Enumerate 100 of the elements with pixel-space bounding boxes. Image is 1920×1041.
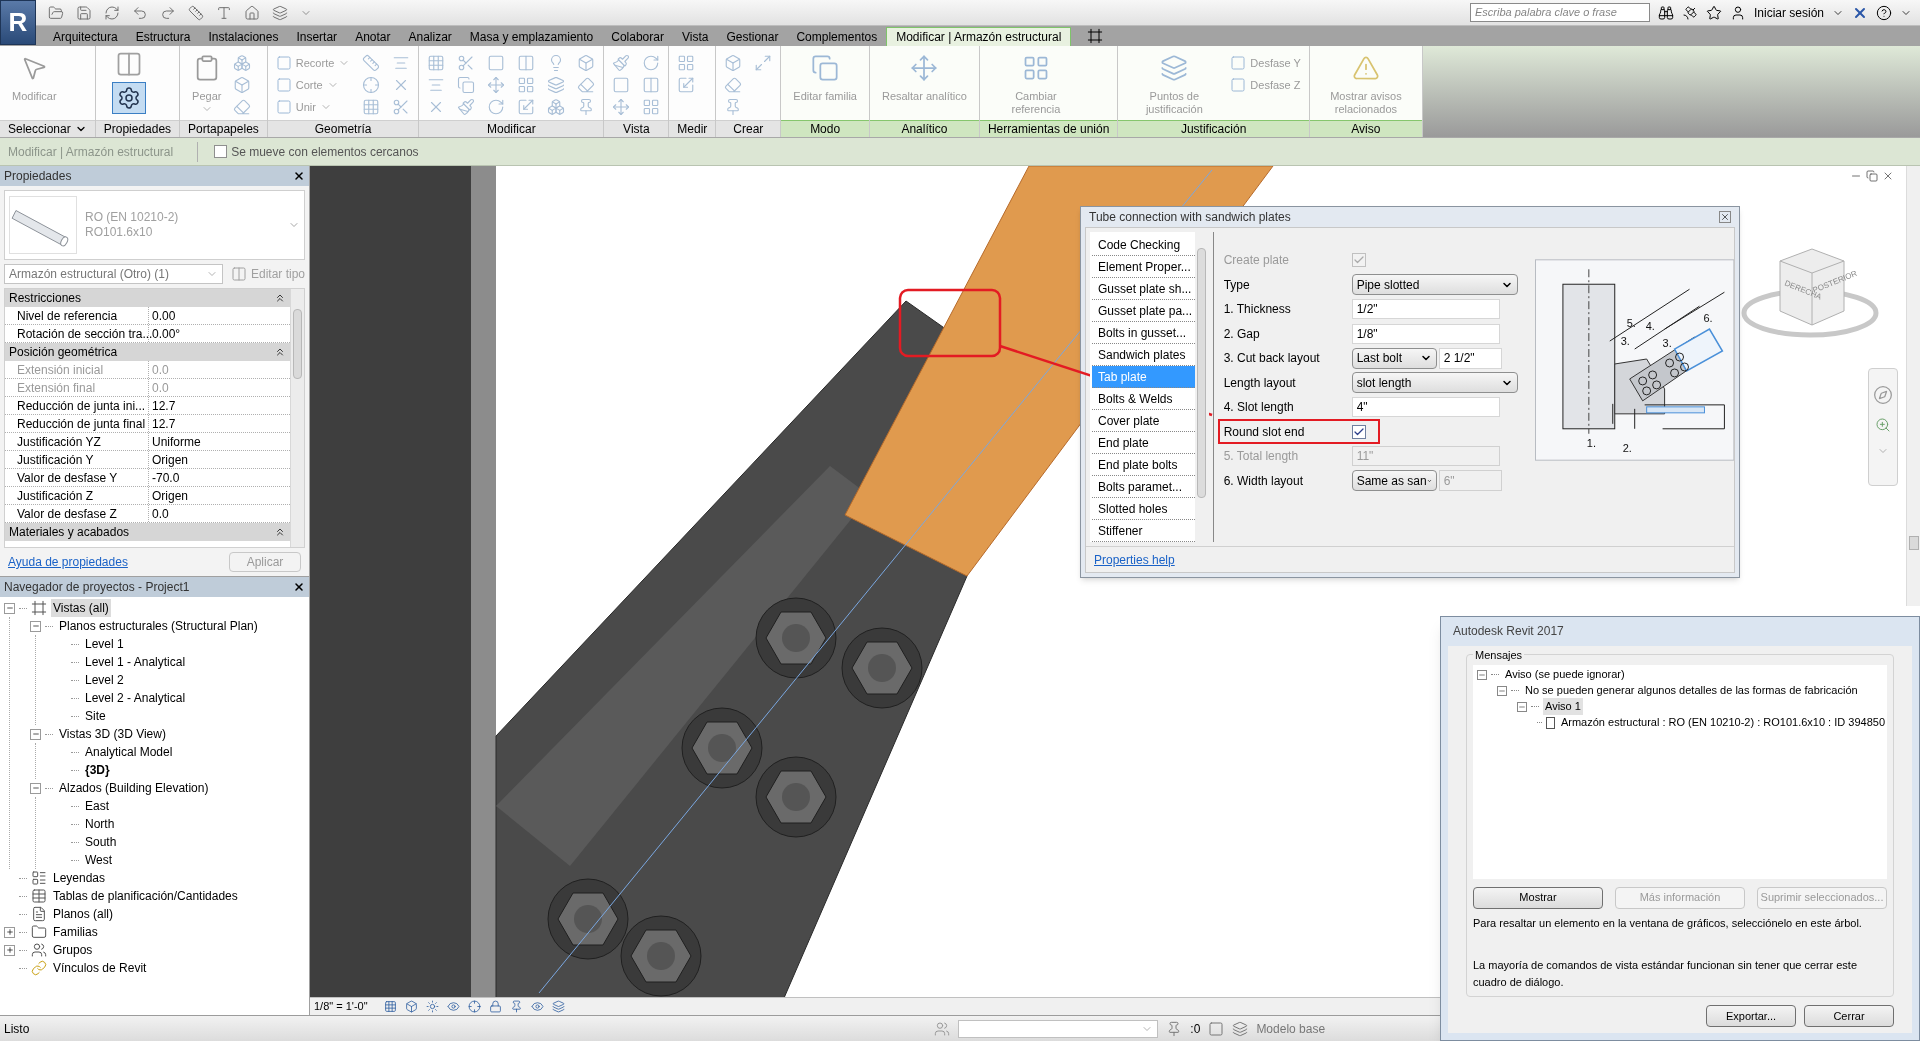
layers-icon[interactable]: [547, 76, 566, 94]
scale-icon[interactable]: [677, 76, 696, 94]
box-icon[interactable]: [577, 54, 596, 72]
grid-icon[interactable]: [642, 98, 661, 116]
steering-wheel-icon[interactable]: [1873, 385, 1893, 405]
text-field[interactable]: 4": [1351, 397, 1500, 418]
checkbox[interactable]: [1546, 716, 1555, 729]
collapse-box[interactable]: [1477, 669, 1487, 680]
browser-item[interactable]: Analytical Model: [83, 743, 175, 761]
zoom-icon[interactable]: [1875, 417, 1891, 433]
square-icon[interactable]: [487, 54, 506, 72]
settings-nav-item[interactable]: Bolts paramet...: [1092, 476, 1195, 498]
ribbon-tab[interactable]: Estructura: [126, 27, 200, 46]
folder-icon[interactable]: [48, 4, 64, 21]
workset-selector[interactable]: [958, 1019, 1159, 1038]
collapse-icon[interactable]: [274, 526, 286, 538]
scrollbar[interactable]: [290, 289, 304, 547]
browser-item[interactable]: Level 1 - Analytical: [83, 653, 188, 671]
measure-icon[interactable]: [188, 4, 204, 21]
binoculars-icon[interactable]: [1657, 4, 1674, 21]
dialog-button[interactable]: Cerrar: [1804, 1005, 1894, 1027]
ribbon-tab[interactable]: Instalaciones: [199, 27, 288, 46]
sync-icon[interactable]: [104, 4, 120, 21]
sign-in-link[interactable]: Iniciar sesión: [1753, 3, 1824, 22]
square-icon[interactable]: [612, 76, 631, 94]
align-icon[interactable]: [392, 54, 411, 72]
ribbon-tab[interactable]: Anotar: [346, 27, 400, 46]
design-option-icon[interactable]: [1208, 1020, 1225, 1037]
columns-icon[interactable]: [517, 54, 536, 72]
boxes-icon[interactable]: [233, 54, 252, 72]
ribbon-tab[interactable]: Gestionar: [717, 27, 788, 46]
tree-item[interactable]: Aviso (se puede ignorar): [1503, 666, 1627, 683]
eraser-icon[interactable]: [724, 76, 743, 94]
collapse-box[interactable]: [4, 602, 15, 614]
reveal-icon[interactable]: [530, 1000, 544, 1013]
ribbon-panel-title[interactable]: Crear: [716, 120, 781, 137]
help-icon[interactable]: [1876, 4, 1892, 21]
text-field[interactable]: 2 1/2": [1438, 347, 1502, 369]
settings-nav-item[interactable]: End plate bolts: [1092, 454, 1195, 476]
ribbon-panel-title[interactable]: Analítico: [869, 120, 979, 137]
satellite-icon[interactable]: [1681, 4, 1698, 21]
browser-item[interactable]: Tablas de planificación/Cantidades: [51, 887, 240, 905]
browser-item[interactable]: East: [83, 797, 111, 815]
dropdown[interactable]: Pipe slotted: [1351, 274, 1518, 296]
browser-item[interactable]: Vínculos de Revit: [51, 959, 149, 977]
collapse-box[interactable]: [30, 620, 41, 632]
browser-item[interactable]: North: [83, 815, 117, 833]
rotate-icon[interactable]: [642, 54, 661, 72]
grid-icon[interactable]: [362, 98, 381, 116]
browser-item[interactable]: Level 2: [83, 671, 126, 689]
settings-nav-item[interactable]: Bolts in gusset...: [1092, 322, 1195, 344]
property-value[interactable]: 12.7: [149, 397, 290, 414]
property-value[interactable]: Origen: [149, 487, 290, 504]
close-icon[interactable]: [293, 581, 305, 593]
copy-icon[interactable]: [457, 76, 476, 94]
ribbon-tab[interactable]: Masa y emplazamiento: [460, 27, 603, 46]
move-icon[interactable]: [487, 76, 506, 94]
ruler-icon[interactable]: [362, 54, 381, 72]
ribbon-panel-title[interactable]: Seleccionar: [0, 120, 95, 137]
tree-item[interactable]: Armazón estructural : RO (EN 10210-2) : RO101.6x10 : ID 394850: [1558, 714, 1887, 731]
browser-item[interactable]: Alzados (Building Elevation): [57, 779, 211, 797]
dropdown[interactable]: Last bolt: [1351, 347, 1437, 369]
browser-item[interactable]: {3D}: [83, 761, 112, 779]
restore-icon[interactable]: [1866, 170, 1878, 182]
browser-item[interactable]: Level 2 - Analytical: [83, 689, 188, 707]
property-value[interactable]: Uniforme: [149, 433, 290, 450]
layers-icon[interactable]: [272, 4, 288, 21]
align-icon[interactable]: [427, 76, 446, 94]
boxes-icon[interactable]: [547, 98, 566, 116]
star-icon[interactable]: [1705, 4, 1722, 21]
browser-item[interactable]: South: [83, 833, 119, 851]
settings-nav-item[interactable]: End plate: [1092, 432, 1195, 454]
browser-item[interactable]: Planos (all): [51, 905, 116, 923]
text-icon[interactable]: [216, 4, 232, 21]
eraser-icon[interactable]: [233, 98, 252, 116]
grid-icon[interactable]: [427, 54, 446, 72]
visibility-icon[interactable]: [446, 1000, 460, 1013]
undo-icon[interactable]: [132, 4, 148, 21]
ribbon-panel-title[interactable]: Propiedades: [95, 120, 180, 137]
collapse-box[interactable]: [1497, 685, 1507, 696]
dialog-button[interactable]: Exportar...: [1706, 1005, 1796, 1027]
property-value[interactable]: 12.7: [149, 415, 290, 432]
ribbon-panel-title[interactable]: Geometría: [267, 120, 419, 137]
lock-icon[interactable]: [488, 1000, 502, 1013]
browser-item[interactable]: Site: [83, 707, 108, 725]
ribbon-panel-title[interactable]: Modo: [781, 120, 869, 137]
ribbon-panel-title[interactable]: Herramientas de unión: [979, 120, 1118, 137]
browser-item[interactable]: Familias: [51, 923, 100, 941]
workset-icon[interactable]: [934, 1020, 951, 1037]
layers-icon[interactable]: [551, 1000, 565, 1013]
ribbon-panel-title[interactable]: Modificar: [419, 120, 604, 137]
ribbon-panel-title[interactable]: Portapapeles: [180, 120, 267, 137]
property-value[interactable]: 0.00: [149, 307, 290, 324]
search-field[interactable]: Escriba palabra clave o frase: [1469, 3, 1650, 22]
dropdown[interactable]: slot length: [1351, 372, 1518, 394]
settings-nav-item[interactable]: Cover plate: [1092, 410, 1195, 432]
property-value[interactable]: -70.0: [149, 469, 290, 486]
ribbon-panel-title[interactable]: Medir: [669, 120, 716, 137]
pin-icon[interactable]: [509, 1000, 523, 1013]
eraser-icon[interactable]: [577, 76, 596, 94]
